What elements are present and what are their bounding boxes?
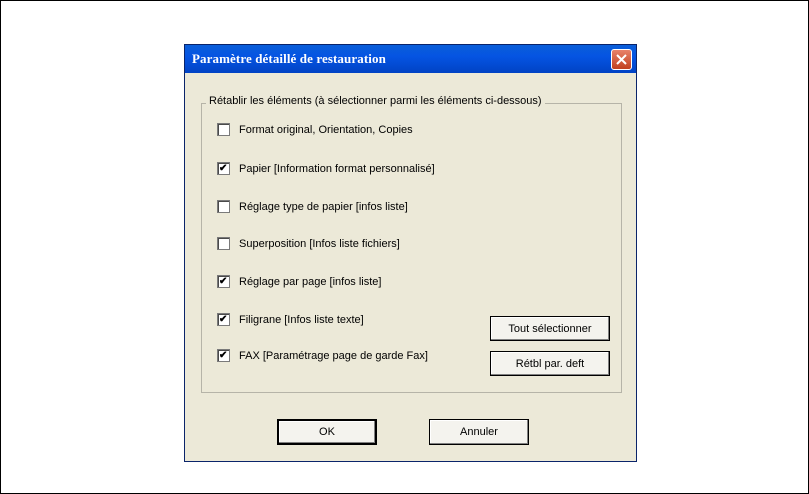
- option-filigrane[interactable]: ✔ Filigrane [Infos liste texte]: [217, 313, 364, 326]
- option-reglage-par-page[interactable]: ✔ Réglage par page [infos liste]: [217, 275, 381, 288]
- option-label: Réglage par page [infos liste]: [239, 275, 382, 288]
- checkbox[interactable]: [217, 123, 230, 136]
- option-label: Papier [Information format personnalisé]: [239, 162, 435, 175]
- option-papier[interactable]: ✔ Papier [Information format personnalis…: [217, 162, 435, 175]
- select-all-button[interactable]: Tout sélectionner: [490, 316, 610, 341]
- check-icon: ✔: [219, 350, 228, 361]
- check-icon: ✔: [219, 163, 228, 174]
- title-bar: Paramètre détaillé de restauration: [185, 45, 636, 73]
- checkbox[interactable]: ✔: [217, 349, 230, 362]
- option-fax[interactable]: ✔ FAX [Paramétrage page de garde Fax]: [217, 349, 428, 362]
- close-icon: [616, 54, 627, 65]
- checkbox[interactable]: ✔: [217, 313, 230, 326]
- checkbox[interactable]: ✔: [217, 162, 230, 175]
- option-type-papier[interactable]: Réglage type de papier [infos liste]: [217, 200, 408, 213]
- checkbox[interactable]: [217, 237, 230, 250]
- ok-button[interactable]: OK: [277, 419, 377, 445]
- checkbox[interactable]: [217, 200, 230, 213]
- option-format-original[interactable]: Format original, Orientation, Copies: [217, 123, 413, 136]
- close-button[interactable]: [611, 49, 632, 70]
- checkbox[interactable]: ✔: [217, 275, 230, 288]
- check-icon: ✔: [219, 314, 228, 325]
- option-label: Format original, Orientation, Copies: [239, 123, 413, 136]
- restore-settings-dialog: Paramètre détaillé de restauration Rétab…: [184, 44, 637, 462]
- option-label: Superposition [Infos liste fichiers]: [239, 237, 400, 250]
- reset-default-button[interactable]: Rétbl par. deft: [490, 351, 610, 376]
- option-label: FAX [Paramétrage page de garde Fax]: [239, 349, 428, 362]
- option-label: Réglage type de papier [infos liste]: [239, 200, 408, 213]
- option-superposition[interactable]: Superposition [Infos liste fichiers]: [217, 237, 400, 250]
- cancel-button[interactable]: Annuler: [429, 419, 529, 445]
- option-label: Filigrane [Infos liste texte]: [239, 313, 364, 326]
- check-icon: ✔: [219, 276, 228, 287]
- dialog-title: Paramètre détaillé de restauration: [192, 51, 386, 66]
- group-label: Rétablir les éléments (à sélectionner pa…: [206, 95, 545, 107]
